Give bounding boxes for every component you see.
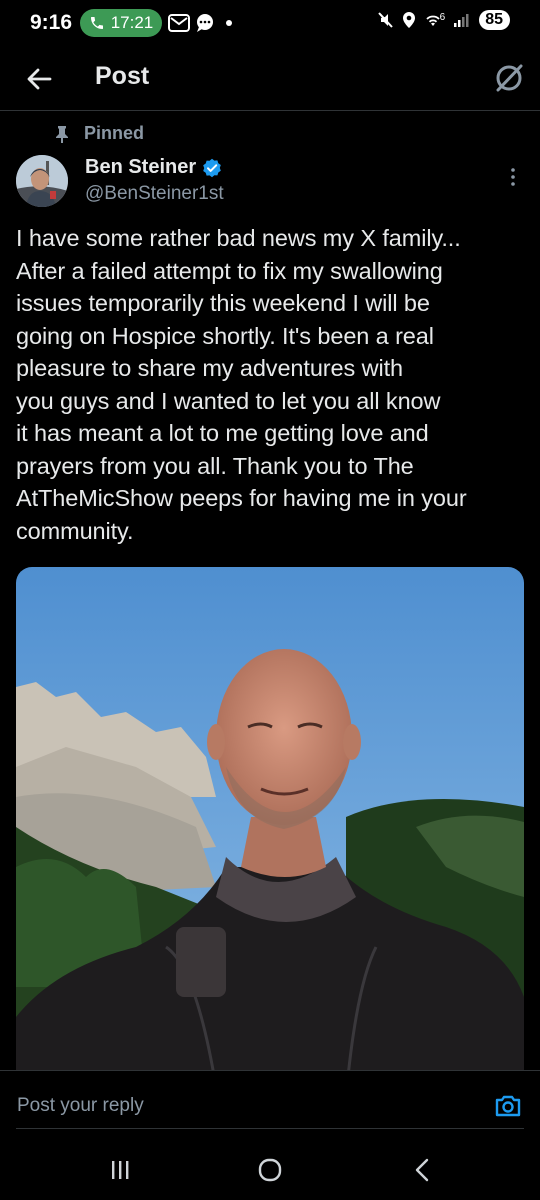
- avatar-photo: [16, 155, 68, 207]
- status-bar: 9:16 17:21 6 85: [0, 0, 540, 46]
- chevron-left-icon: [415, 1158, 429, 1182]
- mute-icon: [377, 12, 393, 28]
- post-text: I have some rather bad news my X family.…: [16, 225, 467, 544]
- notification-icons: [168, 12, 232, 34]
- cell-signal-icon: [454, 14, 469, 27]
- more-notifications-dot: [226, 20, 232, 26]
- mail-icon: [168, 14, 190, 32]
- pinned-label: Pinned: [84, 123, 145, 143]
- arrow-left-icon: [27, 68, 52, 90]
- wifi-signal: 6: [424, 12, 446, 28]
- recents-icon: [112, 1161, 129, 1179]
- avatar[interactable]: [16, 155, 68, 207]
- author-name-row[interactable]: Ben Steiner: [85, 156, 222, 179]
- call-duration: 17:21: [110, 13, 154, 32]
- reply-divider: [16, 1128, 524, 1129]
- battery-level: 85: [479, 10, 510, 30]
- recent-apps-button[interactable]: [100, 1150, 140, 1190]
- reply-input[interactable]: Post your reply: [17, 1095, 144, 1117]
- home-circle-icon: [258, 1158, 282, 1182]
- phone-icon: [90, 17, 103, 29]
- back-button[interactable]: [20, 59, 60, 99]
- system-navigation-bar: [0, 1140, 540, 1200]
- selfie-photo: [16, 567, 524, 1097]
- chat-icon: [197, 14, 213, 32]
- reply-composer: Post your reply: [0, 1070, 540, 1131]
- verified-badge-icon: [203, 158, 221, 177]
- location-icon: [402, 12, 415, 28]
- user-handle[interactable]: @BenSteiner1st: [85, 183, 224, 205]
- system-status-icons: 6 85: [376, 10, 510, 30]
- more-vertical-icon: [511, 168, 515, 186]
- home-button[interactable]: [250, 1150, 290, 1190]
- pinned-indicator: Pinned: [54, 123, 144, 144]
- grok-button[interactable]: [490, 59, 528, 97]
- network-type: 6: [439, 12, 446, 23]
- grok-icon: [496, 64, 523, 92]
- camera-button[interactable]: [493, 1091, 523, 1121]
- ongoing-call-pill[interactable]: 17:21: [80, 9, 162, 37]
- display-name[interactable]: Ben Steiner: [85, 156, 196, 179]
- top-app-bar: Post: [0, 48, 540, 111]
- more-options-button[interactable]: [500, 164, 526, 190]
- page-title: Post: [95, 62, 150, 90]
- pin-icon: [56, 125, 68, 143]
- camera-icon: [495, 1095, 521, 1117]
- status-time: 9:16: [30, 11, 73, 34]
- back-nav-button[interactable]: [402, 1150, 442, 1190]
- post-image[interactable]: [16, 567, 524, 1097]
